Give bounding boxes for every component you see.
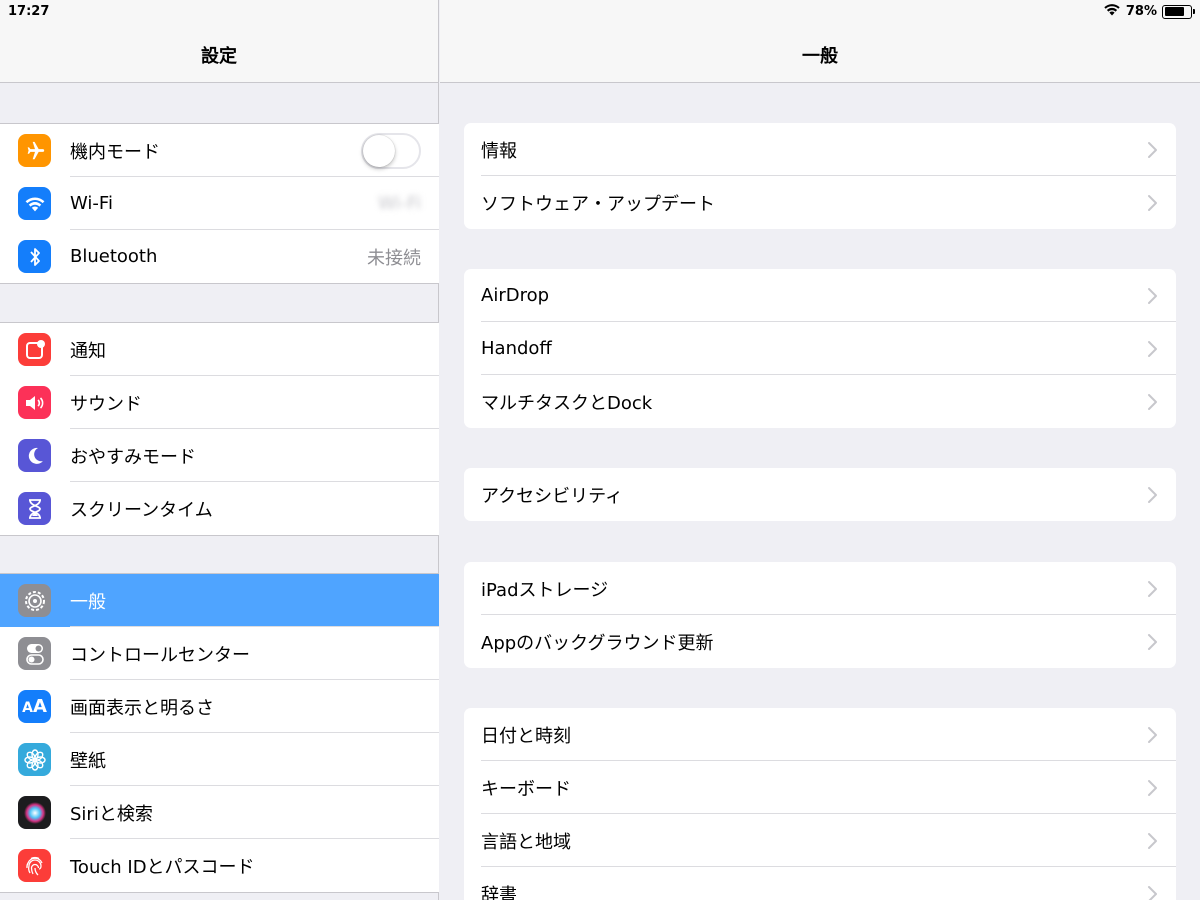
status-indicators: 78% bbox=[1103, 3, 1195, 20]
sidebar-item-wifi[interactable]: Wi-Fi Wi-Fi bbox=[0, 177, 439, 230]
sidebar-item-siri[interactable]: Siriと検索 bbox=[0, 786, 439, 839]
fingerprint-icon bbox=[18, 849, 51, 882]
sidebar-item-sound[interactable]: サウンド bbox=[0, 376, 439, 429]
settings-screen: 17:27 78% 設定 機内モード Wi-Fi Wi-Fi Bluetooth 未接続… bbox=[0, 0, 1200, 900]
flower-icon bbox=[18, 743, 51, 776]
switches-icon bbox=[18, 637, 51, 670]
settings-card: 情報ソフトウェア・アップデート bbox=[464, 123, 1176, 229]
airplane-mode-toggle[interactable] bbox=[361, 132, 421, 169]
toggle-knob bbox=[363, 134, 395, 167]
chevron-right-icon bbox=[1146, 779, 1158, 797]
status-time: 17:27 bbox=[8, 4, 50, 19]
detail-row-label: Appのバックグラウンド更新 bbox=[481, 632, 714, 654]
battery-icon bbox=[1162, 4, 1195, 19]
detail-row[interactable]: 言語と地域 bbox=[464, 814, 1176, 867]
detail-row-label: アクセシビリティ bbox=[481, 485, 624, 507]
sidebar-item-moon[interactable]: おやすみモード bbox=[0, 429, 439, 482]
settings-card: 日付と時刻キーボード言語と地域辞書 bbox=[464, 708, 1176, 900]
chevron-right-icon bbox=[1146, 726, 1158, 744]
chevron-right-icon bbox=[1146, 832, 1158, 850]
detail-row-label: Handoff bbox=[481, 338, 552, 359]
sidebar-group: 通知サウンドおやすみモード スクリーンタイム bbox=[0, 322, 439, 536]
chevron-right-icon bbox=[1146, 141, 1158, 159]
chevron-right-icon bbox=[1146, 885, 1158, 900]
detail-row[interactable]: AirDrop bbox=[464, 269, 1176, 322]
sidebar-item-label: Touch IDとパスコード bbox=[70, 856, 255, 878]
sidebar-title: 設定 bbox=[201, 46, 237, 67]
sound-icon bbox=[18, 386, 51, 419]
settings-card: iPadストレージ Appのバックグラウンド更新 bbox=[464, 562, 1176, 668]
detail-row-label: 情報 bbox=[481, 140, 517, 162]
moon-icon bbox=[18, 439, 51, 472]
sidebar-item-label: 機内モード bbox=[70, 141, 160, 163]
sidebar-item-label: おやすみモード bbox=[70, 446, 196, 468]
notifications-icon bbox=[18, 333, 51, 366]
detail-row-label: 言語と地域 bbox=[481, 831, 571, 853]
sidebar-item-value: Wi-Fi bbox=[378, 193, 421, 214]
wifi-icon bbox=[18, 187, 51, 220]
detail-row[interactable]: ソフトウェア・アップデート bbox=[464, 176, 1176, 229]
text-size-icon: AA bbox=[18, 690, 51, 723]
sidebar-item-value: 未接続 bbox=[367, 247, 421, 269]
status-bar: 17:27 78% bbox=[0, 0, 1200, 24]
chevron-right-icon bbox=[1146, 486, 1158, 504]
detail-row[interactable]: iPadストレージ bbox=[464, 562, 1176, 615]
wifi-status-icon bbox=[1103, 3, 1121, 20]
settings-card: アクセシビリティ bbox=[464, 468, 1176, 521]
sidebar-item-fingerprint[interactable]: Touch IDとパスコード bbox=[0, 839, 439, 892]
sidebar-item-gear[interactable]: 一般 bbox=[0, 574, 439, 627]
sidebar-item-flower[interactable]: 壁紙 bbox=[0, 733, 439, 786]
chevron-right-icon bbox=[1146, 194, 1158, 212]
detail-row[interactable]: キーボード bbox=[464, 761, 1176, 814]
chevron-right-icon bbox=[1146, 287, 1158, 305]
sidebar-group: 機内モード Wi-Fi Wi-Fi Bluetooth 未接続 bbox=[0, 123, 439, 284]
sidebar-group: 一般コントロールセンター AA 画面表示と明るさ 壁紙 Siriと検索 Touch IDと… bbox=[0, 573, 439, 893]
sidebar-item-bluetooth[interactable]: Bluetooth 未接続 bbox=[0, 230, 439, 283]
settings-card: AirDrop Handoff マルチタスクとDock bbox=[464, 269, 1176, 428]
chevron-right-icon bbox=[1146, 393, 1158, 411]
sidebar-item-label: Wi-Fi bbox=[70, 193, 113, 214]
hourglass-icon bbox=[18, 492, 51, 525]
detail-row[interactable]: 日付と時刻 bbox=[464, 708, 1176, 761]
detail-row-label: AirDrop bbox=[481, 285, 550, 306]
detail-row-label: 日付と時刻 bbox=[481, 725, 571, 747]
sidebar-item-label: Bluetooth bbox=[70, 246, 158, 267]
detail-row-label: ソフトウェア・アップデート bbox=[481, 193, 715, 215]
sidebar-item-label: サウンド bbox=[70, 393, 142, 415]
battery-percent: 78% bbox=[1125, 4, 1157, 19]
sidebar-item-airplane[interactable]: 機内モード bbox=[0, 124, 439, 177]
detail-row-label: キーボード bbox=[481, 778, 571, 800]
detail-row-label: 辞書 bbox=[481, 884, 517, 900]
settings-sidebar: 設定 機内モード Wi-Fi Wi-Fi Bluetooth 未接続通知サウンドおやすみ… bbox=[0, 0, 439, 900]
detail-pane: 一般 情報ソフトウェア・アップデート AirDrop Handoff マルチタスクとD… bbox=[440, 0, 1200, 900]
detail-row[interactable]: 辞書 bbox=[464, 867, 1176, 900]
detail-row[interactable]: マルチタスクとDock bbox=[464, 375, 1176, 428]
chevron-right-icon bbox=[1146, 580, 1158, 598]
sidebar-item-label: コントロールセンター bbox=[70, 644, 250, 666]
chevron-right-icon bbox=[1146, 340, 1158, 358]
detail-row[interactable]: Handoff bbox=[464, 322, 1176, 375]
bluetooth-icon bbox=[18, 240, 51, 273]
battery-level bbox=[1164, 7, 1184, 16]
detail-title: 一般 bbox=[802, 46, 838, 67]
detail-row[interactable]: Appのバックグラウンド更新 bbox=[464, 615, 1176, 668]
chevron-right-icon bbox=[1146, 633, 1158, 651]
sidebar-item-label: 一般 bbox=[70, 591, 106, 613]
sidebar-item-hourglass[interactable]: スクリーンタイム bbox=[0, 482, 439, 535]
siri-icon bbox=[18, 796, 51, 829]
sidebar-item-label: スクリーンタイム bbox=[70, 499, 213, 521]
detail-row[interactable]: アクセシビリティ bbox=[464, 468, 1176, 521]
detail-row[interactable]: 情報 bbox=[464, 123, 1176, 176]
airplane-icon bbox=[18, 134, 51, 167]
sidebar-item-notifications[interactable]: 通知 bbox=[0, 323, 439, 376]
sidebar-item-label: 画面表示と明るさ bbox=[70, 697, 214, 719]
sidebar-item-label: 通知 bbox=[70, 340, 106, 362]
detail-row-label: iPadストレージ bbox=[481, 579, 609, 601]
sidebar-item-switches[interactable]: コントロールセンター bbox=[0, 627, 439, 680]
detail-row-label: マルチタスクとDock bbox=[481, 392, 653, 414]
sidebar-item-text-size[interactable]: AA 画面表示と明るさ bbox=[0, 680, 439, 733]
gear-icon bbox=[18, 584, 51, 617]
sidebar-item-label: Siriと検索 bbox=[70, 803, 153, 825]
sidebar-item-label: 壁紙 bbox=[70, 750, 106, 772]
